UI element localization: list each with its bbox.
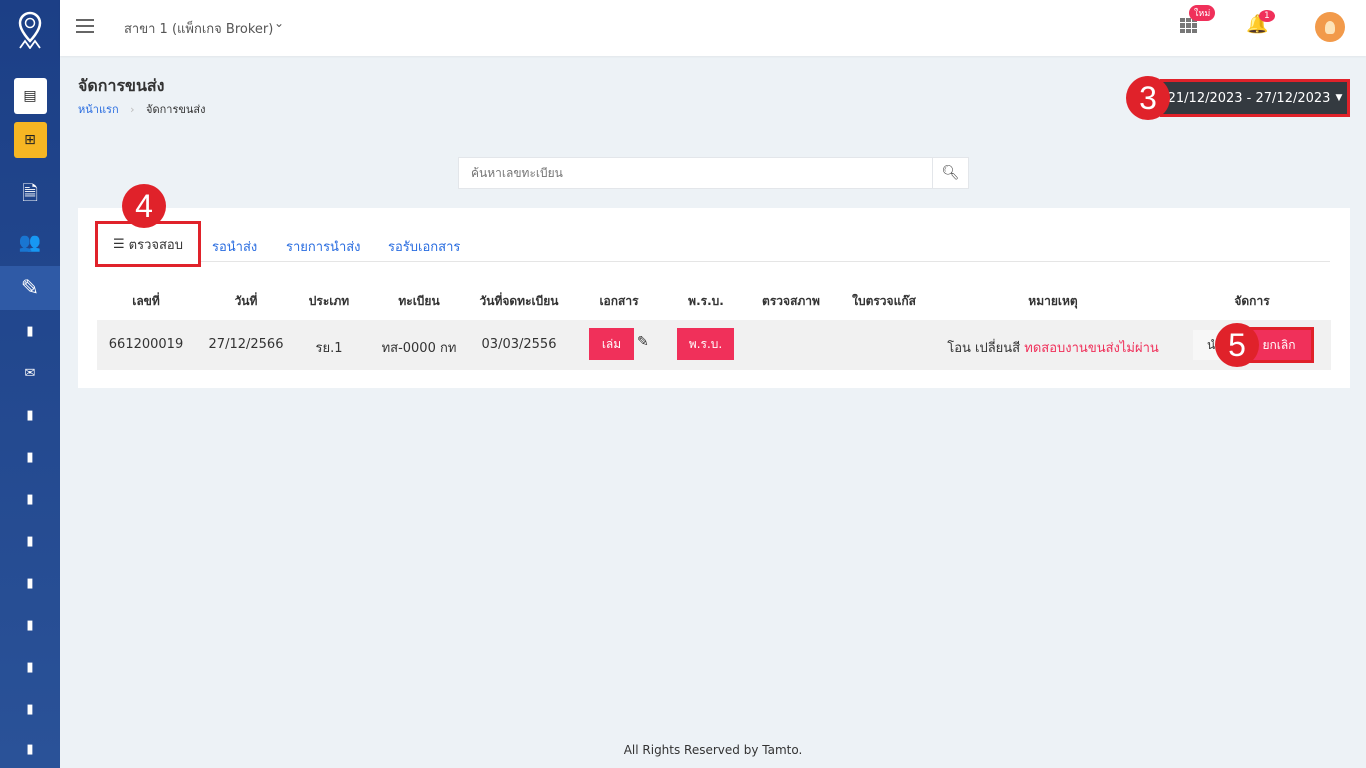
branch-selector[interactable]: สาขา 1 (แพ็กเกจ Broker)	[124, 18, 273, 39]
sidebar-item-file-3[interactable]: ▮	[0, 448, 60, 466]
sidebar-item-edit[interactable]: ✎	[0, 266, 60, 310]
topbar: สาขา 1 (แพ็กเกจ Broker) ⌄ ใหม่ 🔔 1	[60, 0, 1366, 56]
list-icon: ☰	[113, 236, 125, 252]
caret-down-icon: ▼	[1335, 93, 1343, 103]
breadcrumb: หน้าแรก › จัดการขนส่ง	[78, 100, 205, 118]
cell-no: 661200019	[108, 337, 184, 352]
col-type: ประเภท	[308, 294, 350, 308]
col-actions: จัดการ	[1234, 294, 1270, 308]
cell-reg-date: 03/03/2556	[481, 337, 557, 352]
cell-date: 27/12/2566	[208, 337, 284, 352]
search-bar: 🔍︎	[458, 157, 969, 189]
pencil-icon[interactable]: ✎	[637, 334, 649, 350]
prb-button[interactable]: พ.ร.บ.	[677, 328, 734, 360]
search-input[interactable]	[459, 158, 932, 188]
tab-pending-docs[interactable]: รอรับเอกสาร	[388, 236, 460, 257]
envelope-icon: ✉	[24, 365, 36, 381]
date-range-picker[interactable]: 21/12/2023 - 27/12/2023 ▼	[1160, 79, 1350, 117]
file-icon: ▮	[26, 407, 34, 423]
sidebar-item-document[interactable]: 🗎	[0, 181, 60, 208]
col-no: เลขที่	[132, 294, 160, 308]
col-inspection: ตรวจสภาพ	[762, 294, 820, 308]
tab-pending-send[interactable]: รอนำส่ง	[212, 236, 257, 257]
sidebar-item-file-2[interactable]: ▮	[0, 406, 60, 424]
sidebar-item-file-9[interactable]: ▮	[0, 700, 60, 718]
cell-note: โอน เปลี่ยนสี ทดสอบงานขนส่งไม่ผ่าน	[947, 337, 1159, 358]
transport-card: ☰ ตรวจสอบ รอนำส่ง รายการนำส่ง รอรับเอกสาร…	[78, 184, 1350, 388]
sidebar-item-file-7[interactable]: ▮	[0, 616, 60, 634]
cell-type: รย.1	[315, 341, 343, 356]
step-marker-3: 3	[1126, 76, 1170, 120]
col-note: หมายเหตุ	[1028, 294, 1078, 308]
file-icon: ▮	[26, 533, 34, 549]
cell-plate: ทส-0000 กท	[381, 341, 457, 356]
breadcrumb-home[interactable]: หน้าแรก	[78, 103, 119, 116]
breadcrumb-current: จัดการขนส่ง	[146, 103, 206, 116]
sidebar-item-file-6[interactable]: ▮	[0, 574, 60, 592]
logo[interactable]	[0, 8, 60, 52]
col-reg-date: วันที่จดทะเบียน	[479, 294, 559, 308]
sidebar: ▤ ⊞ 🗎 👥 ✎ ▮ ✉ ▮ ▮ ▮ ▮ ▮ ▮ ▮ ▮ ▮	[0, 0, 60, 768]
tab-label: ตรวจสอบ	[128, 237, 183, 253]
sidebar-item-file-10[interactable]: ▮	[0, 740, 60, 758]
sidebar-item-file-8[interactable]: ▮	[0, 658, 60, 676]
note-text: โอน เปลี่ยนสี	[947, 341, 1021, 356]
sidebar-item-file-4[interactable]: ▮	[0, 490, 60, 508]
page-title: จัดการขนส่ง	[78, 76, 165, 95]
note-status: ทดสอบงานขนส่งไม่ผ่าน	[1024, 341, 1159, 356]
file-icon: ▮	[26, 491, 34, 507]
sidebar-item-file-1[interactable]: ▮	[0, 322, 60, 340]
col-gas: ใบตรวจแก๊ส	[852, 294, 916, 308]
footer: All Rights Reserved by Tamto.	[623, 743, 803, 757]
menu-icon[interactable]	[76, 19, 94, 33]
file-icon: ▮	[26, 659, 34, 675]
new-badge: ใหม่	[1189, 5, 1216, 21]
step-marker-4: 4	[122, 184, 166, 228]
file-icon: ▮	[26, 617, 34, 633]
file-icon: ▮	[26, 575, 34, 591]
avatar[interactable]	[1315, 12, 1345, 42]
breadcrumb-separator: ›	[130, 103, 135, 116]
tabs: ☰ ตรวจสอบ รอนำส่ง รายการนำส่ง รอรับเอกสาร	[95, 221, 1330, 267]
edit-icon: ✎	[20, 275, 40, 301]
col-docs: เอกสาร	[599, 294, 639, 308]
date-range-text: 21/12/2023 - 27/12/2023	[1167, 90, 1331, 106]
sidebar-item-add[interactable]: ⊞	[0, 122, 60, 158]
sidebar-item-file-5[interactable]: ▮	[0, 532, 60, 550]
col-plate: ทะเบียน	[398, 294, 440, 308]
search-button[interactable]: 🔍︎	[932, 158, 968, 188]
tab-inspect[interactable]: ☰ ตรวจสอบ	[95, 221, 201, 267]
clipboard-icon: ▤	[13, 78, 47, 114]
tab-send-list[interactable]: รายการนำส่ง	[286, 236, 361, 257]
plus-square-icon: ⊞	[13, 122, 47, 158]
file-icon: ▮	[26, 701, 34, 717]
sidebar-item-mail[interactable]: ✉	[0, 364, 60, 382]
file-icon: ▮	[26, 323, 34, 339]
col-prb: พ.ร.บ.	[688, 294, 724, 308]
file-icon: ▮	[26, 449, 34, 465]
users-icon: 👥	[18, 231, 42, 253]
search-icon: 🔍︎	[941, 165, 960, 181]
step-marker-5: 5	[1215, 323, 1259, 367]
table-row: 661200019 27/12/2566 รย.1 ทส-0000 กท 03/…	[97, 320, 1331, 370]
col-date: วันที่	[234, 294, 258, 308]
sidebar-item-users[interactable]: 👥	[0, 230, 60, 254]
chevron-down-icon[interactable]: ⌄	[274, 16, 284, 30]
book-button[interactable]: เล่ม	[589, 328, 634, 360]
file-icon: ▮	[26, 741, 34, 757]
file-icon: 🗎	[21, 181, 39, 205]
sidebar-item-clipboard[interactable]: ▤	[0, 78, 60, 114]
notification-count: 1	[1259, 10, 1275, 22]
